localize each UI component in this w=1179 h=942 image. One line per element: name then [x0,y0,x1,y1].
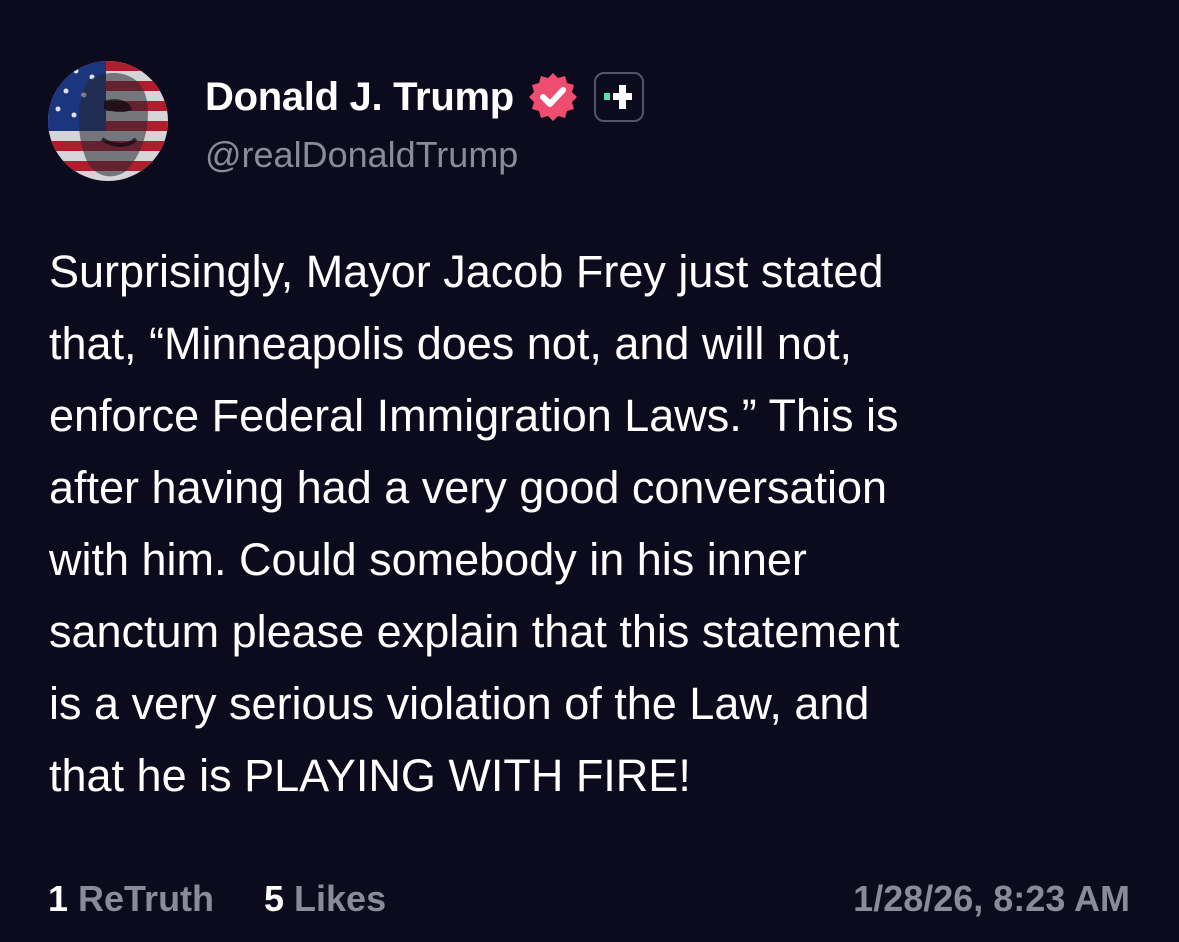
author-avatar[interactable] [48,61,168,181]
truth-post: Donald J. Trump @realDonaldTrump Surpris… [0,0,1179,942]
verified-badge-icon [526,70,580,124]
post-timestamp[interactable]: 1/28/26, 8:23 AM [853,878,1130,920]
author-handle[interactable]: @realDonaldTrump [205,134,518,176]
avatar-image [48,61,168,181]
post-body-line: that he is PLAYING WITH FIRE! [49,750,691,801]
post-body-line: that, “Minneapolis does not, and will no… [49,318,852,369]
author-name-row: Donald J. Trump [205,68,644,126]
post-body: Surprisingly, Mayor Jacob Frey just stat… [49,236,1139,812]
author-display-name[interactable]: Donald J. Trump [205,75,514,120]
retruth-count-link[interactable]: 1 ReTruth [48,878,214,920]
retruth-label: ReTruth [78,878,215,919]
post-body-line: Surprisingly, Mayor Jacob Frey just stat… [49,246,884,297]
likes-count-link[interactable]: 5 Likes [264,878,386,920]
likes-count: 5 [264,878,285,919]
plus-badge-icon[interactable] [593,72,644,122]
post-body-line: with him. Could somebody in his inner [49,534,807,585]
post-body-line: sanctum please explain that this stateme… [49,606,900,657]
likes-label: Likes [294,878,387,919]
retruth-count: 1 [48,878,69,919]
post-body-line: after having had a very good conversatio… [49,462,888,513]
post-body-line: is a very serious violation of the Law, … [49,678,870,729]
post-body-line: enforce Federal Immigration Laws.” This … [49,390,899,441]
post-footer: 1 ReTruth 5 Likes 1/28/26, 8:23 AM [48,878,1130,932]
